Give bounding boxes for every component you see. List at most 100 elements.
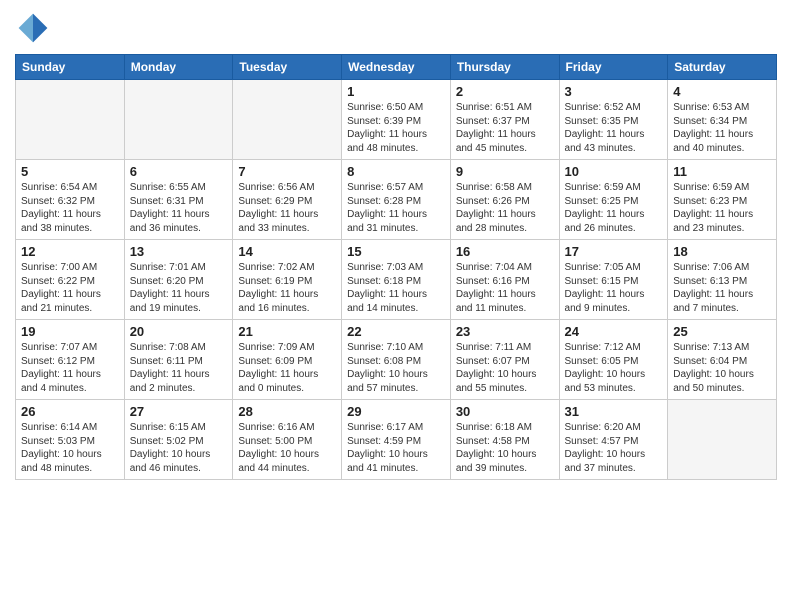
day-number: 22: [347, 324, 445, 339]
day-info: Sunrise: 7:09 AM Sunset: 6:09 PM Dayligh…: [238, 341, 336, 395]
day-number: 25: [673, 324, 771, 339]
weekday-header: Wednesday: [342, 55, 451, 80]
weekday-header: Saturday: [668, 55, 777, 80]
day-info: Sunrise: 6:54 AM Sunset: 6:32 PM Dayligh…: [21, 181, 119, 235]
calendar-cell: 30 Sunrise: 6:18 AM Sunset: 4:58 PM Dayli…: [450, 400, 559, 480]
week-row: 19 Sunrise: 7:07 AM Sunset: 6:12 PM Dayli…: [16, 320, 777, 400]
logo-icon: [15, 10, 51, 46]
day-info: Sunrise: 7:08 AM Sunset: 6:11 PM Dayligh…: [130, 341, 228, 395]
day-info: Sunrise: 7:04 AM Sunset: 6:16 PM Dayligh…: [456, 261, 554, 315]
day-number: 10: [565, 164, 663, 179]
calendar-cell: 11 Sunrise: 6:59 AM Sunset: 6:23 PM Dayli…: [668, 160, 777, 240]
day-info: Sunrise: 6:18 AM Sunset: 4:58 PM Dayligh…: [456, 421, 554, 475]
day-info: Sunrise: 7:12 AM Sunset: 6:05 PM Dayligh…: [565, 341, 663, 395]
day-number: 27: [130, 404, 228, 419]
day-info: Sunrise: 6:53 AM Sunset: 6:34 PM Dayligh…: [673, 101, 771, 155]
calendar-cell: 7 Sunrise: 6:56 AM Sunset: 6:29 PM Daylig…: [233, 160, 342, 240]
week-row: 12 Sunrise: 7:00 AM Sunset: 6:22 PM Dayli…: [16, 240, 777, 320]
calendar-cell: 8 Sunrise: 6:57 AM Sunset: 6:28 PM Daylig…: [342, 160, 451, 240]
day-info: Sunrise: 7:00 AM Sunset: 6:22 PM Dayligh…: [21, 261, 119, 315]
day-number: 13: [130, 244, 228, 259]
day-number: 14: [238, 244, 336, 259]
day-info: Sunrise: 6:59 AM Sunset: 6:25 PM Dayligh…: [565, 181, 663, 235]
day-number: 9: [456, 164, 554, 179]
day-number: 12: [21, 244, 119, 259]
header: [15, 10, 777, 46]
day-number: 19: [21, 324, 119, 339]
day-number: 11: [673, 164, 771, 179]
day-info: Sunrise: 6:15 AM Sunset: 5:02 PM Dayligh…: [130, 421, 228, 475]
calendar-cell: 9 Sunrise: 6:58 AM Sunset: 6:26 PM Daylig…: [450, 160, 559, 240]
weekday-header-row: SundayMondayTuesdayWednesdayThursdayFrid…: [16, 55, 777, 80]
day-info: Sunrise: 6:58 AM Sunset: 6:26 PM Dayligh…: [456, 181, 554, 235]
calendar-cell: 12 Sunrise: 7:00 AM Sunset: 6:22 PM Dayli…: [16, 240, 125, 320]
calendar-cell: 21Sunrise: 7:09 AM Sunset: 6:09 PM Dayli…: [233, 320, 342, 400]
day-number: 6: [130, 164, 228, 179]
day-number: 3: [565, 84, 663, 99]
day-number: 29: [347, 404, 445, 419]
calendar-cell: 22 Sunrise: 7:10 AM Sunset: 6:08 PM Dayli…: [342, 320, 451, 400]
day-info: Sunrise: 7:05 AM Sunset: 6:15 PM Dayligh…: [565, 261, 663, 315]
day-info: Sunrise: 6:59 AM Sunset: 6:23 PM Dayligh…: [673, 181, 771, 235]
day-info: Sunrise: 7:02 AM Sunset: 6:19 PM Dayligh…: [238, 261, 336, 315]
calendar-cell: 4 Sunrise: 6:53 AM Sunset: 6:34 PM Daylig…: [668, 80, 777, 160]
calendar-cell: 25Sunrise: 7:13 AM Sunset: 6:04 PM Dayli…: [668, 320, 777, 400]
day-info: Sunrise: 6:55 AM Sunset: 6:31 PM Dayligh…: [130, 181, 228, 235]
calendar-cell: 18 Sunrise: 7:06 AM Sunset: 6:13 PM Dayli…: [668, 240, 777, 320]
weekday-header: Tuesday: [233, 55, 342, 80]
day-info: Sunrise: 6:16 AM Sunset: 5:00 PM Dayligh…: [238, 421, 336, 475]
week-row: 26Sunrise: 6:14 AM Sunset: 5:03 PM Dayli…: [16, 400, 777, 480]
calendar-cell: 13 Sunrise: 7:01 AM Sunset: 6:20 PM Dayli…: [124, 240, 233, 320]
calendar-cell: 20Sunrise: 7:08 AM Sunset: 6:11 PM Dayli…: [124, 320, 233, 400]
day-number: 4: [673, 84, 771, 99]
calendar-cell: 29 Sunrise: 6:17 AM Sunset: 4:59 PM Dayli…: [342, 400, 451, 480]
day-info: Sunrise: 6:52 AM Sunset: 6:35 PM Dayligh…: [565, 101, 663, 155]
day-number: 8: [347, 164, 445, 179]
day-number: 1: [347, 84, 445, 99]
day-info: Sunrise: 7:01 AM Sunset: 6:20 PM Dayligh…: [130, 261, 228, 315]
calendar-cell: 1 Sunrise: 6:50 AM Sunset: 6:39 PM Daylig…: [342, 80, 451, 160]
day-info: Sunrise: 6:57 AM Sunset: 6:28 PM Dayligh…: [347, 181, 445, 235]
calendar-cell: 16 Sunrise: 7:04 AM Sunset: 6:16 PM Dayli…: [450, 240, 559, 320]
day-number: 30: [456, 404, 554, 419]
day-number: 16: [456, 244, 554, 259]
calendar-cell: 2Sunrise: 6:51 AM Sunset: 6:37 PM Daylig…: [450, 80, 559, 160]
day-info: Sunrise: 7:11 AM Sunset: 6:07 PM Dayligh…: [456, 341, 554, 395]
day-number: 28: [238, 404, 336, 419]
calendar-cell: [16, 80, 125, 160]
day-number: 5: [21, 164, 119, 179]
calendar-cell: 24 Sunrise: 7:12 AM Sunset: 6:05 PM Dayli…: [559, 320, 668, 400]
calendar-cell: 6 Sunrise: 6:55 AM Sunset: 6:31 PM Daylig…: [124, 160, 233, 240]
day-info: Sunrise: 7:07 AM Sunset: 6:12 PM Dayligh…: [21, 341, 119, 395]
calendar-cell: 10 Sunrise: 6:59 AM Sunset: 6:25 PM Dayli…: [559, 160, 668, 240]
day-info: Sunrise: 6:50 AM Sunset: 6:39 PM Dayligh…: [347, 101, 445, 155]
day-info: Sunrise: 6:14 AM Sunset: 5:03 PM Dayligh…: [21, 421, 119, 475]
calendar-table: SundayMondayTuesdayWednesdayThursdayFrid…: [15, 54, 777, 480]
calendar-cell: [233, 80, 342, 160]
calendar-cell: 19 Sunrise: 7:07 AM Sunset: 6:12 PM Dayli…: [16, 320, 125, 400]
calendar-cell: 31 Sunrise: 6:20 AM Sunset: 4:57 PM Dayli…: [559, 400, 668, 480]
day-info: Sunrise: 7:10 AM Sunset: 6:08 PM Dayligh…: [347, 341, 445, 395]
calendar-cell: [124, 80, 233, 160]
calendar-cell: 14 Sunrise: 7:02 AM Sunset: 6:19 PM Dayli…: [233, 240, 342, 320]
day-number: 18: [673, 244, 771, 259]
calendar-cell: 15 Sunrise: 7:03 AM Sunset: 6:18 PM Dayli…: [342, 240, 451, 320]
weekday-header: Monday: [124, 55, 233, 80]
day-info: Sunrise: 7:06 AM Sunset: 6:13 PM Dayligh…: [673, 261, 771, 315]
day-number: 7: [238, 164, 336, 179]
day-number: 24: [565, 324, 663, 339]
weekday-header: Thursday: [450, 55, 559, 80]
day-number: 23: [456, 324, 554, 339]
calendar-cell: 23 Sunrise: 7:11 AM Sunset: 6:07 PM Dayli…: [450, 320, 559, 400]
day-number: 31: [565, 404, 663, 419]
day-info: Sunrise: 6:56 AM Sunset: 6:29 PM Dayligh…: [238, 181, 336, 235]
calendar-cell: 5 Sunrise: 6:54 AM Sunset: 6:32 PM Daylig…: [16, 160, 125, 240]
calendar-cell: 28 Sunrise: 6:16 AM Sunset: 5:00 PM Dayli…: [233, 400, 342, 480]
week-row: 1 Sunrise: 6:50 AM Sunset: 6:39 PM Daylig…: [16, 80, 777, 160]
calendar-cell: 27 Sunrise: 6:15 AM Sunset: 5:02 PM Dayli…: [124, 400, 233, 480]
day-number: 15: [347, 244, 445, 259]
day-number: 17: [565, 244, 663, 259]
day-info: Sunrise: 6:20 AM Sunset: 4:57 PM Dayligh…: [565, 421, 663, 475]
day-info: Sunrise: 7:03 AM Sunset: 6:18 PM Dayligh…: [347, 261, 445, 315]
day-info: Sunrise: 6:17 AM Sunset: 4:59 PM Dayligh…: [347, 421, 445, 475]
